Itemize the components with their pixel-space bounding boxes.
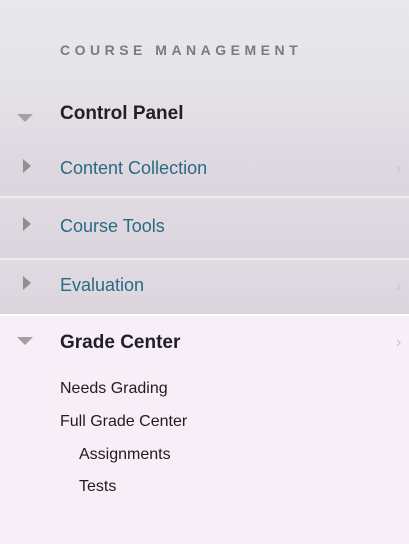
triangle-right-icon[interactable] [23, 276, 31, 290]
menu-item-label-content-collection[interactable]: Content Collection [60, 158, 207, 179]
triangle-down-icon[interactable] [17, 114, 33, 122]
grade-center-label[interactable]: Grade Center [60, 332, 180, 354]
menu-item-label-evaluation[interactable]: Evaluation [60, 275, 144, 296]
chevron-right-icon: › [396, 334, 402, 351]
needs-grading-link[interactable]: Needs Grading [60, 380, 168, 398]
tests-link[interactable]: Tests [79, 478, 116, 496]
assignments-link[interactable]: Assignments [79, 446, 171, 464]
triangle-right-icon[interactable] [23, 217, 31, 231]
full-grade-center-link[interactable]: Full Grade Center [60, 413, 187, 431]
section-title: COURSE MANAGEMENT [60, 42, 303, 58]
control-panel-label: Control Panel [60, 103, 184, 124]
triangle-down-icon[interactable] [17, 337, 33, 345]
course-management-panel: COURSE MANAGEMENT Control Panel Content … [0, 0, 409, 544]
chevron-right-icon: › [396, 160, 402, 177]
triangle-right-icon[interactable] [23, 159, 31, 173]
chevron-right-icon: › [396, 278, 402, 295]
menu-item-label-course-tools[interactable]: Course Tools [60, 216, 165, 237]
